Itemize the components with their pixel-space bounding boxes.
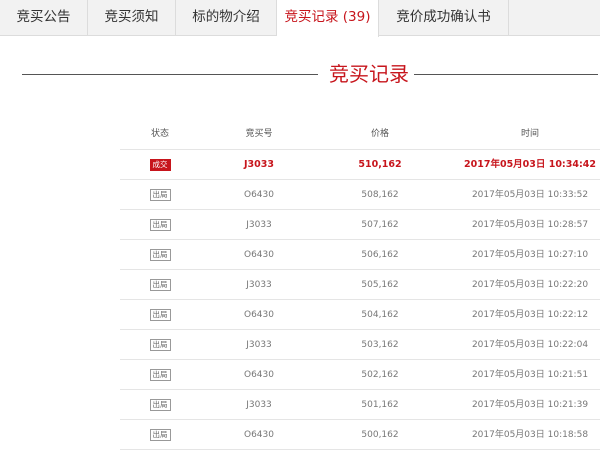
bid-price: 500,162 — [361, 430, 399, 440]
bid-price: 502,162 — [361, 370, 399, 380]
bid-time: 2017年05月03日 10:18:58 — [471, 430, 589, 440]
tab-auction-notice[interactable]: 竞买公告 — [0, 0, 88, 36]
tab-bid-records[interactable]: 竞买记录 (39) — [277, 0, 379, 37]
tab-bar: 竞买公告 竞买须知 标的物介绍 竞买记录 (39) 竞价成功确认书 — [0, 0, 600, 37]
bidder-number: J3033 — [246, 220, 272, 230]
status-cell: 出局 — [132, 210, 188, 240]
status-badge: 出局 — [149, 338, 171, 351]
table-row: 出局 J3033 501,162 2017年05月03日 10:21:39 — [120, 390, 600, 420]
status-cell: 出局 — [132, 180, 188, 210]
table-body: 成交 J3033 510,162 2017年05月03日 10:34:42 出局 O643… — [120, 150, 600, 450]
header-price: 价格 — [370, 129, 389, 139]
table-row: 出局 O6430 502,162 2017年05月03日 10:21:51 — [120, 360, 600, 390]
bid-price: 506,162 — [361, 250, 399, 260]
bid-price: 501,162 — [361, 400, 399, 410]
bidder-number: O6430 — [244, 310, 274, 320]
tab-bidding-rules[interactable]: 竞买须知 — [88, 0, 176, 36]
status-cell: 出局 — [132, 420, 188, 450]
bid-time: 2017年05月03日 10:21:39 — [471, 400, 589, 410]
table-row: 出局 O6430 500,162 2017年05月03日 10:18:58 — [120, 420, 600, 450]
header-time: 时间 — [520, 129, 539, 139]
tab-winning-confirmation[interactable]: 竞价成功确认书 — [379, 0, 509, 36]
bidder-number: O6430 — [244, 190, 274, 200]
bidder-number: J3033 — [246, 340, 272, 350]
bidder-number: O6430 — [244, 430, 274, 440]
status-badge: 出局 — [149, 428, 171, 441]
status-cell: 出局 — [132, 300, 188, 330]
header-bidder-number: 竞买号 — [245, 129, 273, 139]
status-cell: 出局 — [132, 240, 188, 270]
bid-price: 503,162 — [361, 340, 399, 350]
status-badge: 出局 — [149, 368, 171, 381]
status-badge: 出局 — [149, 218, 171, 231]
bid-price: 507,162 — [361, 220, 399, 230]
bid-time: 2017年05月03日 10:34:42 — [464, 159, 596, 170]
table-row: 成交 J3033 510,162 2017年05月03日 10:34:42 — [120, 150, 600, 180]
status-badge: 出局 — [149, 278, 171, 291]
status-badge: 出局 — [149, 398, 171, 411]
bid-price: 508,162 — [361, 190, 399, 200]
bidder-number: J3033 — [244, 159, 274, 170]
table-row: 出局 O6430 508,162 2017年05月03日 10:33:52 — [120, 180, 600, 210]
bidder-number: O6430 — [244, 370, 274, 380]
status-cell: 成交 — [132, 150, 188, 180]
table-header-row: 状态 竞买号 价格 时间 — [120, 118, 600, 150]
title-divider-left — [22, 74, 318, 75]
bid-time: 2017年05月03日 10:22:12 — [471, 310, 589, 320]
bid-time: 2017年05月03日 10:21:51 — [471, 370, 589, 380]
bidder-number: J3033 — [246, 280, 272, 290]
bid-time: 2017年05月03日 10:27:10 — [471, 250, 589, 260]
table-row: 出局 J3033 503,162 2017年05月03日 10:22:04 — [120, 330, 600, 360]
bid-records-table: 状态 竞买号 价格 时间 成交 J3033 510,162 2017年05月03日 1… — [120, 118, 600, 450]
status-badge: 出局 — [149, 248, 171, 261]
title-divider-right — [414, 74, 598, 75]
bid-price: 504,162 — [361, 310, 399, 320]
table-row: 出局 O6430 504,162 2017年05月03日 10:22:12 — [120, 300, 600, 330]
bid-time: 2017年05月03日 10:22:20 — [471, 280, 589, 290]
status-cell: 出局 — [132, 330, 188, 360]
bid-price: 510,162 — [358, 159, 402, 170]
table-row: 出局 O6430 506,162 2017年05月03日 10:27:10 — [120, 240, 600, 270]
status-cell: 出局 — [132, 360, 188, 390]
status-badge: 出局 — [149, 308, 171, 321]
section-title-row: 竞买记录 — [22, 60, 598, 90]
bidder-number: O6430 — [244, 250, 274, 260]
status-cell: 出局 — [132, 270, 188, 300]
status-cell: 出局 — [132, 390, 188, 420]
table-row: 出局 J3033 505,162 2017年05月03日 10:22:20 — [120, 270, 600, 300]
bid-time: 2017年05月03日 10:22:04 — [471, 340, 589, 350]
status-badge: 成交 — [149, 158, 171, 171]
status-badge: 出局 — [149, 188, 171, 201]
bid-time: 2017年05月03日 10:28:57 — [471, 220, 589, 230]
bid-time: 2017年05月03日 10:33:52 — [471, 190, 589, 200]
tab-item-introduction[interactable]: 标的物介绍 — [176, 0, 277, 36]
table-row: 出局 J3033 507,162 2017年05月03日 10:28:57 — [120, 210, 600, 240]
header-status: 状态 — [150, 129, 169, 139]
bid-price: 505,162 — [361, 280, 399, 290]
section-title: 竞买记录 — [329, 62, 409, 86]
bidder-number: J3033 — [246, 400, 272, 410]
